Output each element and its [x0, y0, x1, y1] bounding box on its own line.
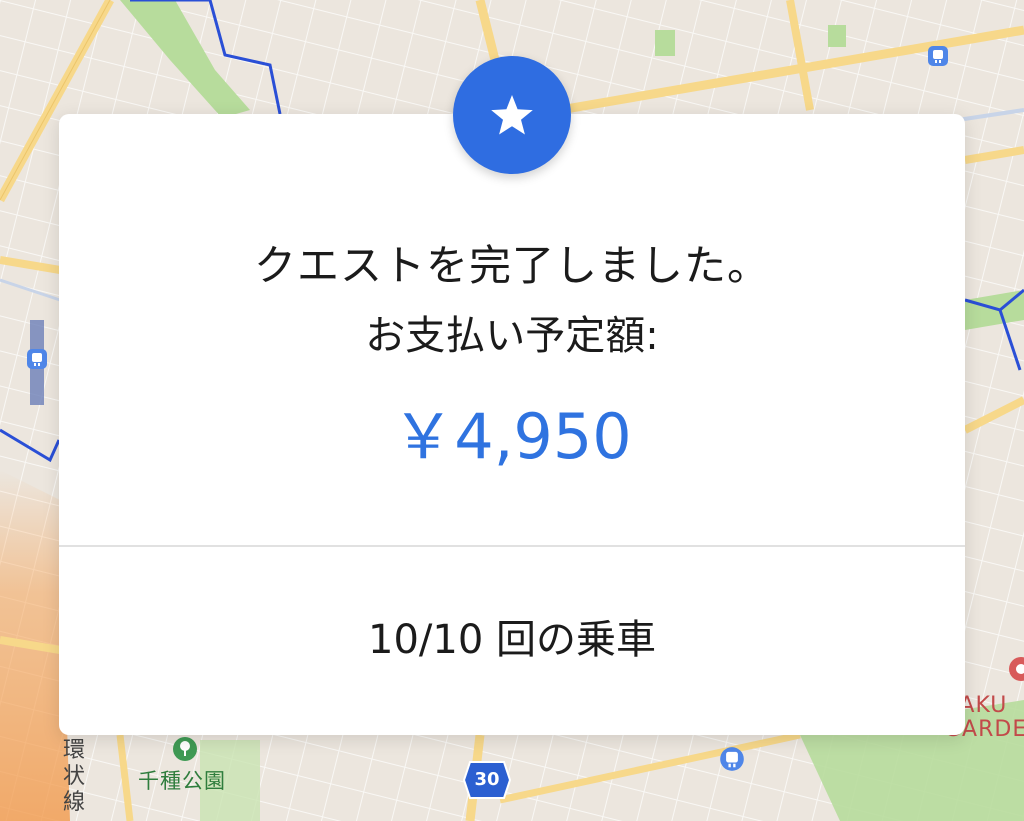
payment-amount: ￥4,950	[392, 400, 632, 473]
star-icon	[491, 95, 533, 135]
quest-complete-screen: 千種公園 環状線 30 RAKU GARDE クエストを完了しました。 お支払い…	[0, 0, 1024, 821]
route-number: 30	[474, 769, 500, 790]
park-label[interactable]: 千種公園	[138, 765, 226, 795]
subway-station-icon[interactable]	[719, 746, 745, 772]
card-divider	[59, 545, 965, 547]
payment-label: お支払い予定額:	[365, 313, 659, 359]
quest-complete-card[interactable]: クエストを完了しました。 お支払い予定額: ￥4,950 10/10 回の乗車	[59, 114, 965, 735]
train-station-icon[interactable]	[927, 45, 949, 67]
poi-pin-icon[interactable]	[1008, 656, 1024, 682]
ring-line-label: 環状線	[62, 738, 85, 815]
ride-count: 10/10 回の乗車	[368, 617, 656, 663]
train-station-icon[interactable]	[26, 348, 48, 370]
quest-complete-title: クエストを完了しました。	[253, 241, 770, 290]
quest-star-badge	[453, 56, 571, 174]
park-icon[interactable]	[172, 736, 198, 762]
